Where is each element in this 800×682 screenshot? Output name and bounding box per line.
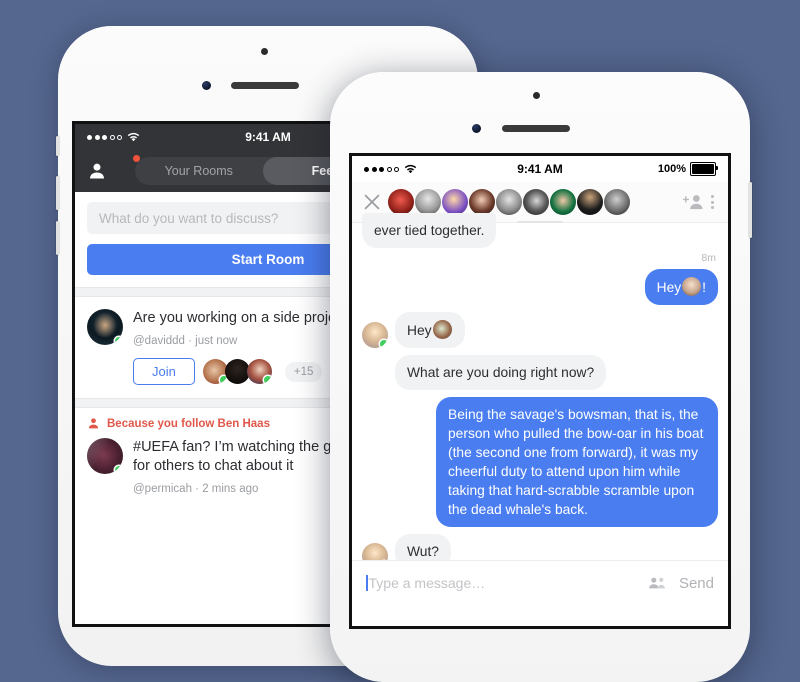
avatar[interactable] <box>469 189 495 215</box>
message-bubble: Hey <box>395 312 465 349</box>
message-text: Hey <box>407 323 432 339</box>
battery-percent: 100% <box>657 163 686 175</box>
mockup-stage: 9:41 AM Your Rooms Feed What do you want… <box>0 0 800 682</box>
volume-down-button[interactable] <box>56 221 59 255</box>
person-add-icon <box>88 418 99 429</box>
message-row[interactable]: Hey! <box>362 269 718 306</box>
avatar[interactable] <box>415 189 441 215</box>
mute-switch[interactable] <box>56 136 59 156</box>
profile-person-icon[interactable] <box>87 161 107 181</box>
participant-avatar-strip[interactable] <box>388 189 677 215</box>
post-reason-text: Because you follow Ben Haas <box>107 417 270 430</box>
message-timestamp: 8m <box>701 252 716 265</box>
message-composer[interactable]: Type a message… Send <box>352 560 728 605</box>
join-button[interactable]: Join <box>133 358 195 386</box>
volume-up-button[interactable] <box>56 176 59 210</box>
message-suffix: ! <box>702 280 706 296</box>
text-cursor <box>366 575 368 591</box>
front-camera-icon <box>472 124 481 133</box>
close-icon[interactable] <box>361 191 383 213</box>
avatar[interactable] <box>496 189 522 215</box>
message-text: Hey <box>656 280 682 296</box>
avatar[interactable] <box>87 309 123 345</box>
add-person-icon[interactable] <box>683 192 705 212</box>
earpiece-speaker <box>502 125 570 132</box>
message-bubble: Being the savage's bowsman, that is, the… <box>436 397 718 528</box>
avatar[interactable] <box>87 438 123 475</box>
front-camera-icon <box>202 81 211 90</box>
discuss-placeholder: What do you want to discuss? <box>99 210 279 226</box>
power-button[interactable] <box>749 182 752 238</box>
battery-icon <box>690 162 718 176</box>
avatar[interactable] <box>523 189 549 215</box>
message-row[interactable]: Hey <box>362 312 718 349</box>
avatar[interactable] <box>604 189 630 215</box>
message-bubble: Hey! <box>644 269 718 306</box>
message-row[interactable]: Being the savage's bowsman, that is, the… <box>362 397 718 528</box>
participant-facepile[interactable] <box>202 359 272 385</box>
message-input[interactable]: Type a message… <box>369 575 647 591</box>
extra-participants-count[interactable]: +15 <box>284 361 323 382</box>
avatar[interactable] <box>550 189 576 215</box>
proximity-sensor-icon <box>261 48 268 55</box>
proximity-sensor-icon <box>533 92 540 99</box>
kebab-menu-icon[interactable] <box>705 195 719 209</box>
avatar[interactable] <box>442 189 468 215</box>
message-bubble-partial: ever tied together. <box>362 213 497 249</box>
people-icon[interactable] <box>647 576 667 590</box>
status-battery: 100% <box>657 162 718 176</box>
inline-avatar-icon <box>682 277 702 297</box>
avatar[interactable] <box>362 322 388 349</box>
message-row[interactable]: ever tied together. <box>362 213 718 249</box>
avatar[interactable] <box>388 189 414 215</box>
message-bubble: What are you doing right now? <box>395 355 607 391</box>
earpiece-speaker <box>231 82 299 89</box>
tab-your-rooms[interactable]: Your Rooms <box>135 157 263 185</box>
status-bar-front: 9:41 AM 100% <box>352 156 728 182</box>
chat-message-list[interactable]: ever tied together. 8m Hey! Hey What are… <box>352 213 728 605</box>
unread-badge-dot <box>133 155 140 162</box>
message-row[interactable]: What are you doing right now? <box>362 355 718 391</box>
avatar[interactable] <box>246 359 272 385</box>
screen-front: 9:41 AM 100% ever tied together. 8m Hey … <box>352 156 728 626</box>
avatar[interactable] <box>577 189 603 215</box>
send-button[interactable]: Send <box>679 575 714 592</box>
inline-avatar-icon <box>432 320 452 340</box>
